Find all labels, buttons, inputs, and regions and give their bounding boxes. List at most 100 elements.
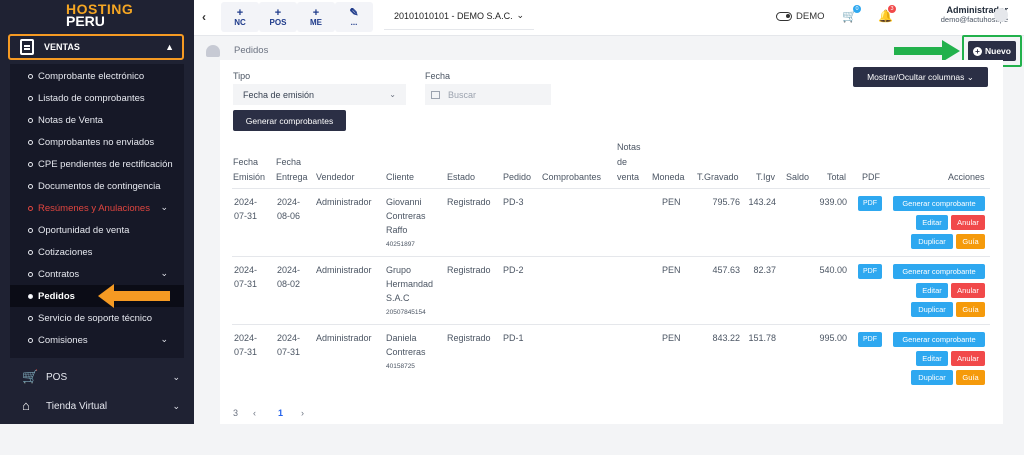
cell-vendedor: Administrador (316, 265, 372, 275)
sidebar-section-ventas[interactable]: VENTAS ▲ (8, 34, 184, 60)
avatar[interactable] (994, 8, 1008, 22)
chevron-left-icon[interactable]: ‹ (202, 10, 206, 24)
quick-label: NC (234, 17, 246, 27)
col-t-gravado: T.Gravado (697, 172, 739, 182)
quick-label: ME (310, 17, 322, 27)
cell-estado: Registrado (447, 333, 491, 343)
sidebar-item-notas-venta[interactable]: Notas de Venta (10, 109, 184, 131)
cell-fecha-emision: 2024- 07-31 (234, 333, 258, 357)
sidebar-item-documentos-contingencia[interactable]: Documentos de contingencia (10, 175, 184, 197)
sidebar-item-comprobantes-no-enviados[interactable]: Comprobantes no enviados (10, 131, 184, 153)
col-fecha-emision: Fecha Emisión (233, 157, 266, 182)
duplicate-button[interactable]: Duplicar (911, 302, 953, 317)
cell-t-igv: 151.78 (748, 333, 776, 343)
date-input[interactable]: Buscar (425, 84, 551, 105)
col-saldo: Saldo (786, 172, 810, 182)
generate-comprobante-button[interactable]: Generar comprobante (893, 196, 985, 211)
guide-button[interactable]: Guía (956, 370, 985, 385)
cancel-button[interactable]: Anular (951, 283, 985, 298)
col-pedido: Pedido (503, 172, 532, 182)
chevron-down-icon: ⌄ (160, 334, 168, 344)
quick-nc-button[interactable]: + NC (221, 2, 259, 32)
pdf-button[interactable]: PDF (858, 264, 882, 279)
duplicate-button[interactable]: Duplicar (911, 370, 953, 385)
plus-icon: + (274, 6, 282, 19)
sidebar-item-label: Oportunidad de venta (38, 224, 130, 236)
cart-badge: 0 (853, 5, 861, 13)
pdf-button[interactable]: PDF (858, 196, 882, 211)
sidebar-item-label: Notas de Venta (38, 114, 103, 126)
cell-cliente: Giovanni Contreras Raffo (386, 197, 426, 235)
brand-logo[interactable]: HOSTING PERU (0, 0, 194, 30)
type-label: Tipo (233, 71, 251, 81)
type-select[interactable]: Fecha de emisión ⌄ (233, 84, 406, 105)
col-notas-venta: Notas de venta (617, 142, 641, 182)
generate-comprobantes-button[interactable]: Generar comprobantes (233, 110, 346, 131)
demo-toggle[interactable] (776, 12, 792, 21)
sidebar-item-comprobante-electronico[interactable]: Comprobante electrónico (10, 65, 184, 87)
sidebar-item-tienda-virtual[interactable]: ⌂ Tienda Virtual ⌄ (0, 392, 194, 420)
sidebar-item-comisiones[interactable]: Comisiones ⌄ (10, 329, 184, 351)
sidebar-item-listado-comprobantes[interactable]: Listado de comprobantes (10, 87, 184, 109)
sidebar-item-servicio-soporte[interactable]: Servicio de soporte técnico (10, 307, 184, 329)
company-value: 20101010101 - DEMO S.A.C. (394, 10, 513, 21)
bullet-icon (28, 337, 33, 343)
edit-button[interactable]: Editar (916, 351, 948, 366)
sidebar-item-label: Resúmenes y Anulaciones (38, 202, 150, 214)
sidebar-item-pos[interactable]: 🛒 POS ⌄ (0, 363, 194, 391)
edit-button[interactable]: Editar (916, 215, 948, 230)
pagination-current[interactable]: 1 (278, 408, 283, 418)
pagination-next[interactable]: › (301, 408, 304, 418)
pagination-total: 3 (233, 408, 239, 418)
toggle-columns-button[interactable]: Mostrar/Ocultar columnas ⌄ (853, 67, 988, 87)
quick-me-button[interactable]: + ME (297, 2, 335, 32)
col-pdf: PDF (862, 172, 880, 182)
quick-pos-button[interactable]: + POS (259, 2, 297, 32)
duplicate-button[interactable]: Duplicar (911, 234, 953, 249)
sidebar-item-resumenes-anulaciones[interactable]: Resúmenes y Anulaciones ⌄ (10, 197, 184, 219)
cancel-button[interactable]: Anular (951, 351, 985, 366)
sidebar-item-contratos[interactable]: Contratos ⌄ (10, 263, 184, 285)
cell-total: 995.00 (819, 333, 847, 343)
cell-fecha-entrega: 2024- 08-06 (277, 197, 301, 221)
sidebar-item-label: Cotizaciones (38, 246, 93, 258)
bullet-icon (28, 161, 33, 167)
cell-fecha-emision: 2024- 07-31 (234, 265, 258, 289)
cell-t-igv: 143.24 (748, 197, 776, 207)
chevron-down-icon: ⌄ (172, 400, 180, 411)
date-label: Fecha (425, 71, 451, 81)
cell-fecha-entrega: 2024- 08-02 (277, 265, 301, 289)
brand-line2: PERU (66, 12, 105, 29)
company-select[interactable]: 20101010101 - DEMO S.A.C. ⌄ (384, 2, 534, 30)
sidebar-item-label: Comisiones (38, 334, 88, 346)
cancel-button[interactable]: Anular (951, 215, 985, 230)
chevron-up-icon: ▲ (165, 42, 174, 52)
edit-button[interactable]: Editar (916, 283, 948, 298)
sidebar-item-cotizaciones[interactable]: Cotizaciones (10, 241, 184, 263)
demo-label: DEMO (796, 11, 825, 22)
quick-more-button[interactable]: ✎... (335, 2, 373, 32)
store-icon: ⌂ (22, 398, 30, 413)
sidebar-item-label: Servicio de soporte técnico (38, 312, 153, 324)
cell-cliente-doc: 40251897 (386, 241, 415, 248)
generate-comprobante-button[interactable]: Generar comprobante (893, 332, 985, 347)
sidebar-item-label: Comprobantes no enviados (38, 136, 155, 148)
sidebar-item-oportunidad-venta[interactable]: Oportunidad de venta (10, 219, 184, 241)
cell-moneda: PEN (662, 197, 681, 207)
pagination-prev[interactable]: ‹ (253, 408, 256, 418)
cell-cliente-doc: 40158725 (386, 363, 415, 370)
cell-total: 939.00 (819, 197, 847, 207)
sidebar-section-label: VENTAS (44, 42, 80, 52)
generate-comprobante-button[interactable]: Generar comprobante (893, 264, 985, 279)
guide-button[interactable]: Guía (956, 234, 985, 249)
guide-button[interactable]: Guía (956, 302, 985, 317)
sidebar-item-cpe-pendientes[interactable]: CPE pendientes de rectificación (10, 153, 184, 175)
pdf-button[interactable]: PDF (858, 332, 882, 347)
cell-total: 540.00 (819, 265, 847, 275)
col-estado: Estado (447, 172, 476, 182)
bullet-icon (28, 227, 33, 233)
cell-estado: Registrado (447, 197, 491, 207)
type-value: Fecha de emisión (243, 89, 315, 100)
plus-circle-icon: + (973, 46, 982, 56)
nuevo-button[interactable]: + Nuevo (968, 41, 1016, 61)
